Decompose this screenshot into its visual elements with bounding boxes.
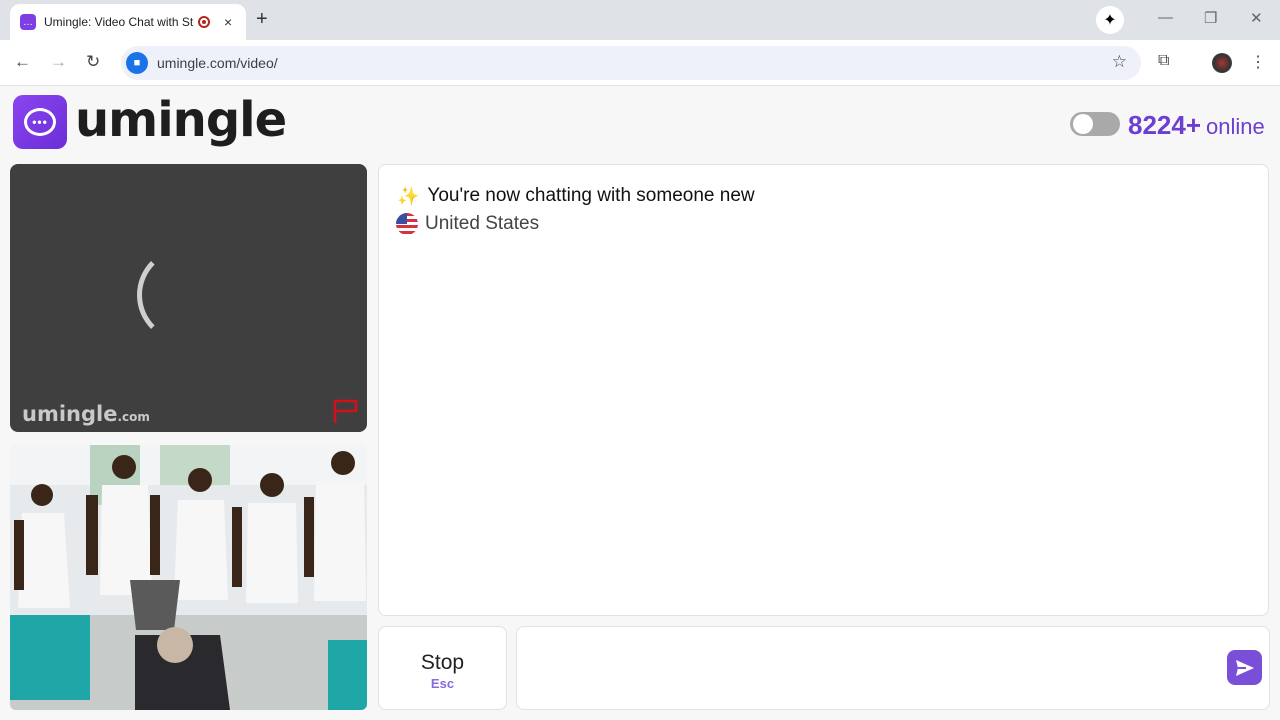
recording-icon <box>198 16 210 28</box>
close-window-icon[interactable]: ✕ <box>1250 9 1263 27</box>
chat-message: United States <box>396 213 539 235</box>
chat-log: ✨ You're now chatting with someone new U… <box>378 164 1269 616</box>
logo-text[interactable]: umingle <box>75 92 287 148</box>
report-flag-icon[interactable] <box>332 398 360 424</box>
back-icon[interactable]: ← <box>14 52 31 72</box>
chat-message: ✨ You're now chatting with someone new <box>397 185 755 206</box>
url-text: umingle.com/video/ <box>157 55 278 71</box>
minimize-icon[interactable]: — <box>1158 9 1173 26</box>
tab-close-icon[interactable]: × <box>224 14 232 30</box>
self-video <box>10 445 367 710</box>
site-favicon-icon: … <box>20 14 36 30</box>
forward-icon[interactable]: → <box>50 52 67 72</box>
online-count: 8224+ <box>1128 110 1202 140</box>
cast-search-icon[interactable]: ⧉ <box>1158 52 1169 70</box>
send-icon <box>1235 659 1254 676</box>
online-counter: 8224+ online <box>1128 110 1265 141</box>
profile-avatar[interactable] <box>1212 53 1232 73</box>
reload-icon[interactable]: ↻ <box>86 52 100 72</box>
tab-title: Umingle: Video Chat with Strangers <box>44 15 194 29</box>
video-watermark: umingle.com <box>22 402 150 426</box>
gemini-icon[interactable]: ✦ <box>1096 6 1124 34</box>
restore-icon[interactable]: ❐ <box>1204 9 1217 27</box>
browser-tab[interactable]: … Umingle: Video Chat with Strangers × <box>10 4 246 40</box>
browser-toolbar: ← → ↻ ■ umingle.com/video/ ☆ ⧉ ⋮ <box>0 40 1280 86</box>
stop-label: Stop <box>420 651 465 674</box>
stop-button[interactable]: Stop Esc <box>378 626 507 710</box>
tab-strip: … Umingle: Video Chat with Strangers × +… <box>0 0 1280 40</box>
new-tab-button[interactable]: + <box>256 8 268 31</box>
logo-icon[interactable]: ••• <box>13 95 67 149</box>
stop-shortcut: Esc <box>430 676 455 691</box>
address-bar[interactable]: ■ umingle.com/video/ ☆ <box>121 46 1141 80</box>
message-input[interactable] <box>516 626 1270 710</box>
send-button[interactable] <box>1227 650 1262 685</box>
camera-icon: ■ <box>126 52 148 74</box>
theme-toggle[interactable] <box>1070 112 1120 136</box>
online-label: online <box>1206 114 1265 139</box>
loading-spinner <box>137 247 233 343</box>
bookmark-star-icon[interactable]: ☆ <box>1112 52 1127 72</box>
us-flag-icon <box>396 213 418 235</box>
sparkles-icon: ✨ <box>397 185 420 206</box>
menu-icon[interactable]: ⋮ <box>1250 52 1266 72</box>
